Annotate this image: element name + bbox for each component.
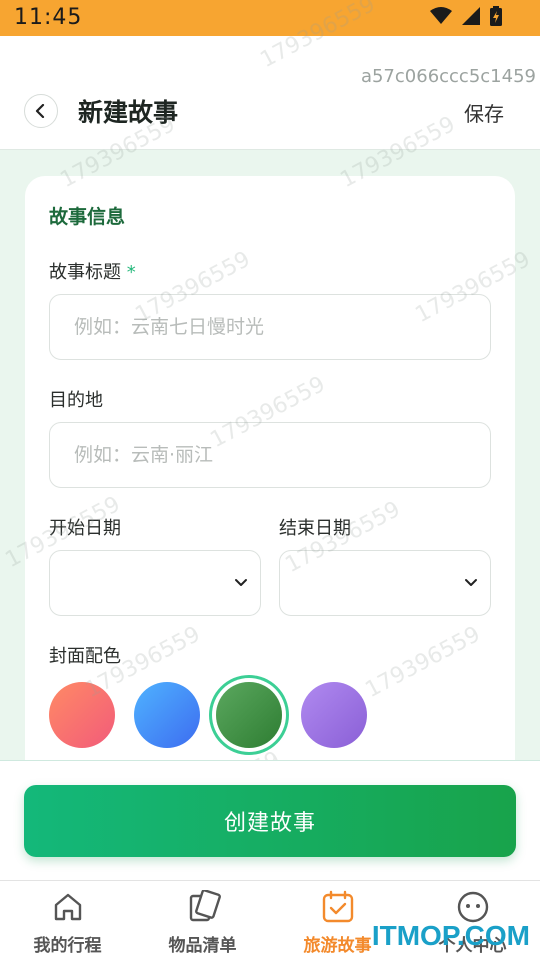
story-title-input[interactable] [49,294,491,360]
back-button[interactable] [24,94,58,128]
page-title: 新建故事 [78,98,179,127]
cover-swatch-coral[interactable] [49,682,115,748]
story-info-card: 故事信息 故事标题 * 目的地 开始日期 结束日期 封面配色 [25,176,515,796]
face-icon [457,891,488,923]
tab-label: 我的行程 [33,936,102,956]
cover-swatch-blue[interactable] [134,682,200,748]
home-icon [54,893,81,921]
cover-swatch-purple[interactable] [301,682,367,748]
battery-icon [490,6,502,26]
status-icons [430,6,502,26]
cover-color-label: 封面配色 [49,646,121,667]
app-header: a57c066ccc5c1459 新建故事 保存 [0,36,540,150]
story-title-label: 故事标题 * [49,258,136,284]
tab-label: 旅游故事 [303,936,372,956]
site-watermark: ITMOP.COM [371,920,530,951]
header-id-text: a57c066ccc5c1459 [360,66,536,87]
section-title: 故事信息 [49,206,126,228]
chevron-down-icon [465,579,477,586]
calendar-check-icon [322,890,353,923]
bottom-action-bar: 创建故事 [0,760,540,880]
tab-packing-list[interactable]: 物品清单 [135,881,270,960]
status-time: 11:45 [14,5,83,30]
end-date-label: 结束日期 [279,518,351,539]
destination-input[interactable] [49,422,491,488]
tab-label: 物品清单 [168,936,237,956]
start-date-select[interactable] [49,550,261,616]
save-button[interactable]: 保存 [464,98,504,127]
cards-icon [189,890,221,922]
wifi-icon [430,7,452,24]
destination-label: 目的地 [49,390,103,411]
chevron-left-icon [35,104,45,118]
required-mark: * [126,262,136,283]
tab-my-trips[interactable]: 我的行程 [0,881,135,960]
signal-icon [462,7,480,25]
start-date-label: 开始日期 [49,518,121,539]
create-story-button[interactable]: 创建故事 [24,785,516,857]
status-bar: 11:45 [0,0,540,36]
cover-swatch-green[interactable] [216,682,282,748]
story-title-label-text: 故事标题 [49,262,121,283]
chevron-down-icon [235,579,247,586]
end-date-select[interactable] [279,550,491,616]
